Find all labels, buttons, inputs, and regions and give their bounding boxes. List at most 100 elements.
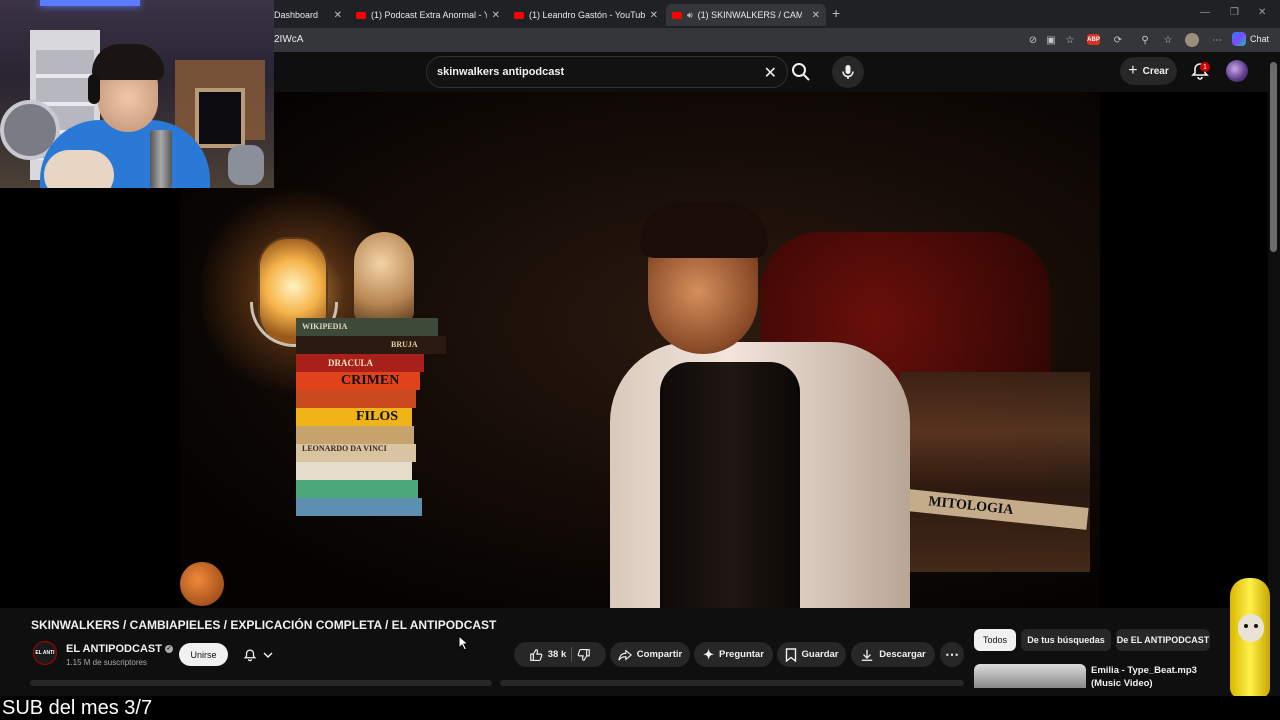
ask-button[interactable]: ✦ Preguntar bbox=[694, 642, 773, 667]
channel-name-row[interactable]: EL ANTIPODCAST ✓ bbox=[66, 643, 173, 655]
install-app-icon[interactable]: ▣ bbox=[1044, 33, 1058, 47]
chevron-down-icon bbox=[263, 651, 273, 658]
description-strip bbox=[30, 680, 964, 686]
like-dislike-group: 38 k bbox=[514, 642, 606, 667]
close-tab-icon[interactable]: ✕ bbox=[492, 10, 500, 21]
create-label: Crear bbox=[1142, 65, 1169, 77]
tab-dashboard[interactable]: Dashboard ✕ bbox=[268, 4, 348, 26]
youtube-icon bbox=[356, 11, 366, 19]
headset-icon bbox=[88, 74, 100, 104]
extension-refresh-icon[interactable]: ⟳ bbox=[1111, 33, 1125, 47]
tab-label: (1) Leandro Gastón - YouTube bbox=[529, 10, 645, 20]
book-spine: WIKIPEDIA bbox=[296, 318, 438, 336]
like-count: 38 k bbox=[547, 649, 567, 660]
figurine bbox=[228, 145, 264, 185]
filter-chip-all[interactable]: Todos bbox=[974, 629, 1016, 651]
clear-search-icon[interactable]: ✕ bbox=[764, 63, 777, 83]
cat-eye bbox=[1254, 624, 1258, 628]
tab-skinwalkers[interactable]: 🔊︎ (1) SKINWALKERS / CAMBIAPIELES ✕ bbox=[666, 4, 826, 26]
chat-label: Chat bbox=[1250, 34, 1270, 44]
tab-label: (1) SKINWALKERS / CAMBIAPIELES bbox=[697, 10, 802, 20]
create-button[interactable]: + Crear bbox=[1120, 57, 1177, 85]
download-button[interactable]: Descargar bbox=[851, 642, 935, 667]
caption-bar bbox=[0, 696, 1280, 720]
description-box[interactable] bbox=[30, 680, 492, 686]
bell-icon bbox=[243, 648, 257, 661]
book-spine bbox=[296, 390, 416, 408]
video-title: SKINWALKERS / CAMBIAPIELES / EXPLICACIÓN… bbox=[31, 618, 497, 632]
share-button[interactable]: Compartir bbox=[610, 642, 690, 667]
menu-dots-icon[interactable]: ⋯ bbox=[1210, 33, 1224, 47]
subscription-bell-button[interactable] bbox=[234, 643, 282, 666]
divider bbox=[571, 647, 573, 662]
statue-bust bbox=[354, 232, 414, 322]
neon-light bbox=[40, 0, 140, 6]
close-tab-icon[interactable]: ✕ bbox=[650, 10, 658, 21]
close-window-button[interactable]: ✕ bbox=[1258, 7, 1266, 18]
save-label: Guardar bbox=[801, 649, 839, 660]
verified-icon: ✓ bbox=[164, 645, 173, 653]
ai-summary-box[interactable] bbox=[500, 680, 964, 686]
search-icon bbox=[792, 63, 810, 81]
adblock-icon[interactable]: ABP bbox=[1087, 34, 1100, 45]
new-tab-button[interactable]: + bbox=[832, 5, 840, 21]
recommendation-thumbnail[interactable] bbox=[974, 664, 1086, 688]
scrollbar-thumb[interactable] bbox=[1270, 62, 1277, 252]
minimize-button[interactable]: — bbox=[1200, 7, 1210, 18]
speaker-icon[interactable]: 🔊︎ bbox=[687, 10, 693, 21]
close-tab-icon[interactable]: ✕ bbox=[334, 10, 342, 21]
filter-chip-from-searches[interactable]: De tus búsquedas bbox=[1021, 629, 1111, 651]
bottle bbox=[150, 130, 172, 188]
tab-label: Dashboard bbox=[274, 10, 319, 20]
subscriber-count: 1.15 M de suscriptores bbox=[66, 658, 147, 667]
voice-search-button[interactable] bbox=[832, 56, 864, 88]
restore-button[interactable]: ❐ bbox=[1230, 7, 1239, 18]
tab-label: (1) Podcast Extra Anormal - YouTube bbox=[371, 10, 487, 20]
book-spine bbox=[296, 480, 418, 498]
dislike-button[interactable] bbox=[577, 648, 591, 662]
download-label: Descargar bbox=[879, 649, 926, 660]
share-label: Compartir bbox=[636, 649, 683, 660]
close-tab-icon[interactable]: ✕ bbox=[812, 10, 820, 21]
youtube-icon bbox=[514, 11, 524, 19]
join-button[interactable]: Unirse bbox=[179, 643, 228, 666]
chat-button[interactable]: Chat bbox=[1232, 32, 1269, 46]
filter-chip-channel[interactable]: De EL ANTIPODCAST bbox=[1116, 629, 1210, 651]
book-spine bbox=[296, 462, 412, 480]
profile-icon[interactable] bbox=[1185, 33, 1199, 47]
recommendation-title[interactable]: Emilia - Type_Beat.mp3 (Music Video) bbox=[1091, 664, 1226, 690]
more-actions-button[interactable]: ⋯ bbox=[940, 642, 964, 667]
mouse-cursor-icon bbox=[458, 635, 470, 651]
hair bbox=[640, 202, 768, 258]
window bbox=[195, 88, 245, 148]
like-button[interactable]: 38 k bbox=[529, 648, 567, 662]
search-input[interactable]: skinwalkers antipodcast ✕ bbox=[426, 56, 788, 88]
bookmark-star-icon[interactable]: ☆ bbox=[1063, 33, 1077, 47]
tab-leandro-gaston[interactable]: (1) Leandro Gastón - YouTube ✕ bbox=[508, 4, 664, 26]
cat-face bbox=[1238, 614, 1264, 642]
search-button[interactable] bbox=[790, 61, 812, 83]
book-spine bbox=[296, 426, 414, 444]
book-spine: BRUJA bbox=[296, 336, 446, 354]
orange-object bbox=[180, 562, 224, 606]
streamer-hand bbox=[44, 150, 114, 188]
favorites-icon[interactable]: ☆ bbox=[1161, 33, 1175, 47]
microphone-icon bbox=[842, 65, 854, 79]
extension-puzzle-icon[interactable]: ⚲ bbox=[1138, 33, 1152, 47]
book-spine: FILOS bbox=[296, 408, 412, 426]
channel-name[interactable]: EL ANTIPODCAST bbox=[66, 643, 162, 655]
more-icon: ⋯ bbox=[945, 646, 959, 662]
account-avatar[interactable] bbox=[1226, 60, 1248, 82]
download-icon bbox=[862, 649, 873, 661]
notification-badge: 1 bbox=[1200, 62, 1210, 72]
book-spine: CRIMEN bbox=[296, 372, 420, 390]
youtube-icon bbox=[672, 11, 682, 19]
channel-avatar[interactable]: EL ANTI bbox=[33, 641, 57, 665]
screen: Dashboard ✕ (1) Podcast Extra Anormal - … bbox=[0, 0, 1280, 720]
translate-icon[interactable]: ⊘ bbox=[1026, 33, 1040, 47]
tab-podcast-extra-anormal[interactable]: (1) Podcast Extra Anormal - YouTube ✕ bbox=[350, 4, 506, 26]
url-field[interactable]: 2IWcA bbox=[274, 34, 303, 45]
streamer-hair bbox=[92, 44, 164, 80]
share-icon bbox=[618, 648, 632, 661]
save-button[interactable]: Guardar bbox=[777, 642, 846, 667]
